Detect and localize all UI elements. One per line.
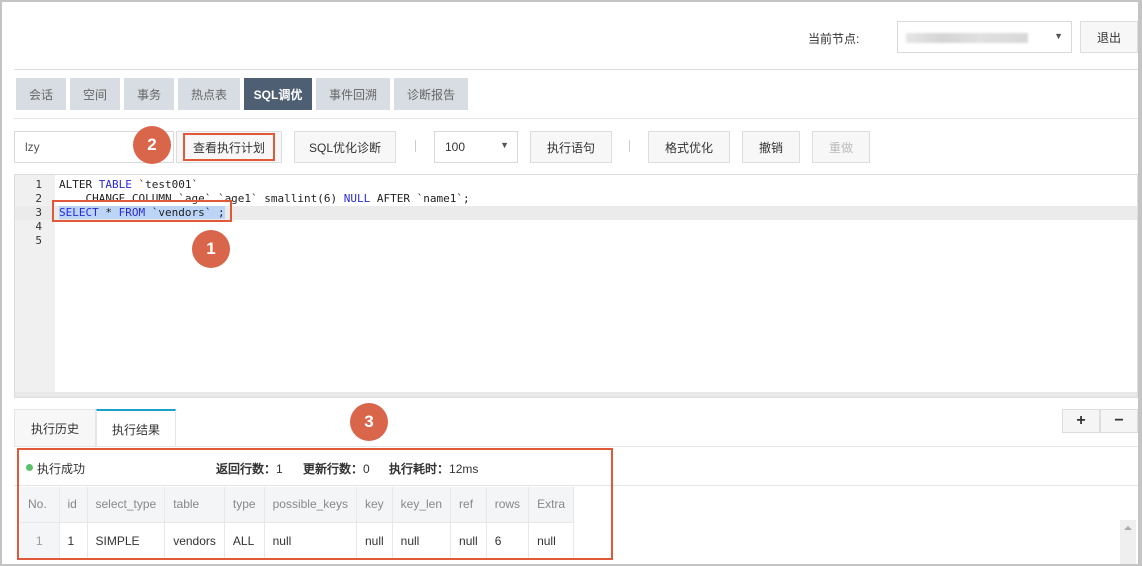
limit-select[interactable]: 100 ▼	[434, 131, 518, 163]
dropdown-arrow-icon: ▼	[500, 140, 509, 150]
line-number: 4	[35, 220, 42, 233]
node-select[interactable]: ▼	[897, 21, 1072, 53]
annotation-step3-badge: 3	[350, 403, 388, 441]
remove-tab-button[interactable]: −	[1100, 409, 1138, 433]
line-number: 3	[35, 206, 42, 219]
execute-button[interactable]: 执行语句	[530, 131, 612, 163]
annotation-box-step2	[183, 133, 275, 161]
tab-transaction[interactable]: 事务	[124, 78, 174, 110]
tab-execution-history[interactable]: 执行历史	[14, 409, 96, 447]
format-button[interactable]: 格式优化	[648, 131, 730, 163]
redo-button[interactable]: 重做	[812, 131, 870, 163]
tab-sql-tuning[interactable]: SQL调优	[244, 78, 312, 110]
divider	[14, 118, 1138, 119]
dropdown-arrow-icon: ▼	[1054, 31, 1063, 41]
line-number: 5	[35, 234, 42, 247]
toolbar-separator	[629, 140, 630, 152]
tab-hot-tables[interactable]: 热点表	[178, 78, 240, 110]
annotation-step2-badge: 2	[133, 126, 171, 164]
node-value-redacted	[906, 33, 1028, 43]
logout-button[interactable]: 退出	[1080, 21, 1138, 53]
editor-line: 4	[15, 220, 1137, 234]
line-number: 1	[35, 178, 42, 191]
tab-session[interactable]: 会话	[16, 78, 66, 110]
annotation-box-step1	[52, 200, 232, 222]
toolbar-separator	[415, 140, 416, 152]
add-tab-button[interactable]: +	[1062, 409, 1100, 433]
limit-value: 100	[445, 140, 466, 154]
line-number: 2	[35, 192, 42, 205]
tab-diagnosis-report[interactable]: 诊断报告	[394, 78, 468, 110]
vertical-scrollbar[interactable]	[1120, 520, 1136, 564]
editor-line: 1 ALTER TABLE `test001`	[15, 178, 1137, 192]
scroll-up-icon[interactable]	[1124, 526, 1132, 530]
main-tabs: 会话 空间 事务 热点表 SQL调优 事件回溯 诊断报告	[16, 78, 468, 110]
editor-line: 5	[15, 234, 1137, 248]
annotation-step1-badge: 1	[192, 230, 230, 268]
tab-space[interactable]: 空间	[70, 78, 120, 110]
tab-execution-result[interactable]: 执行结果	[96, 409, 176, 447]
sql-diagnose-button[interactable]: SQL优化诊断	[294, 131, 396, 163]
divider	[14, 69, 1138, 70]
tab-event-trace[interactable]: 事件回溯	[316, 78, 390, 110]
current-node-label: 当前节点:	[808, 32, 860, 46]
code-text: ALTER TABLE `test001`	[59, 178, 199, 191]
annotation-box-step3	[17, 448, 613, 560]
undo-button[interactable]: 撤销	[742, 131, 800, 163]
horizontal-scrollbar[interactable]	[15, 392, 1137, 397]
